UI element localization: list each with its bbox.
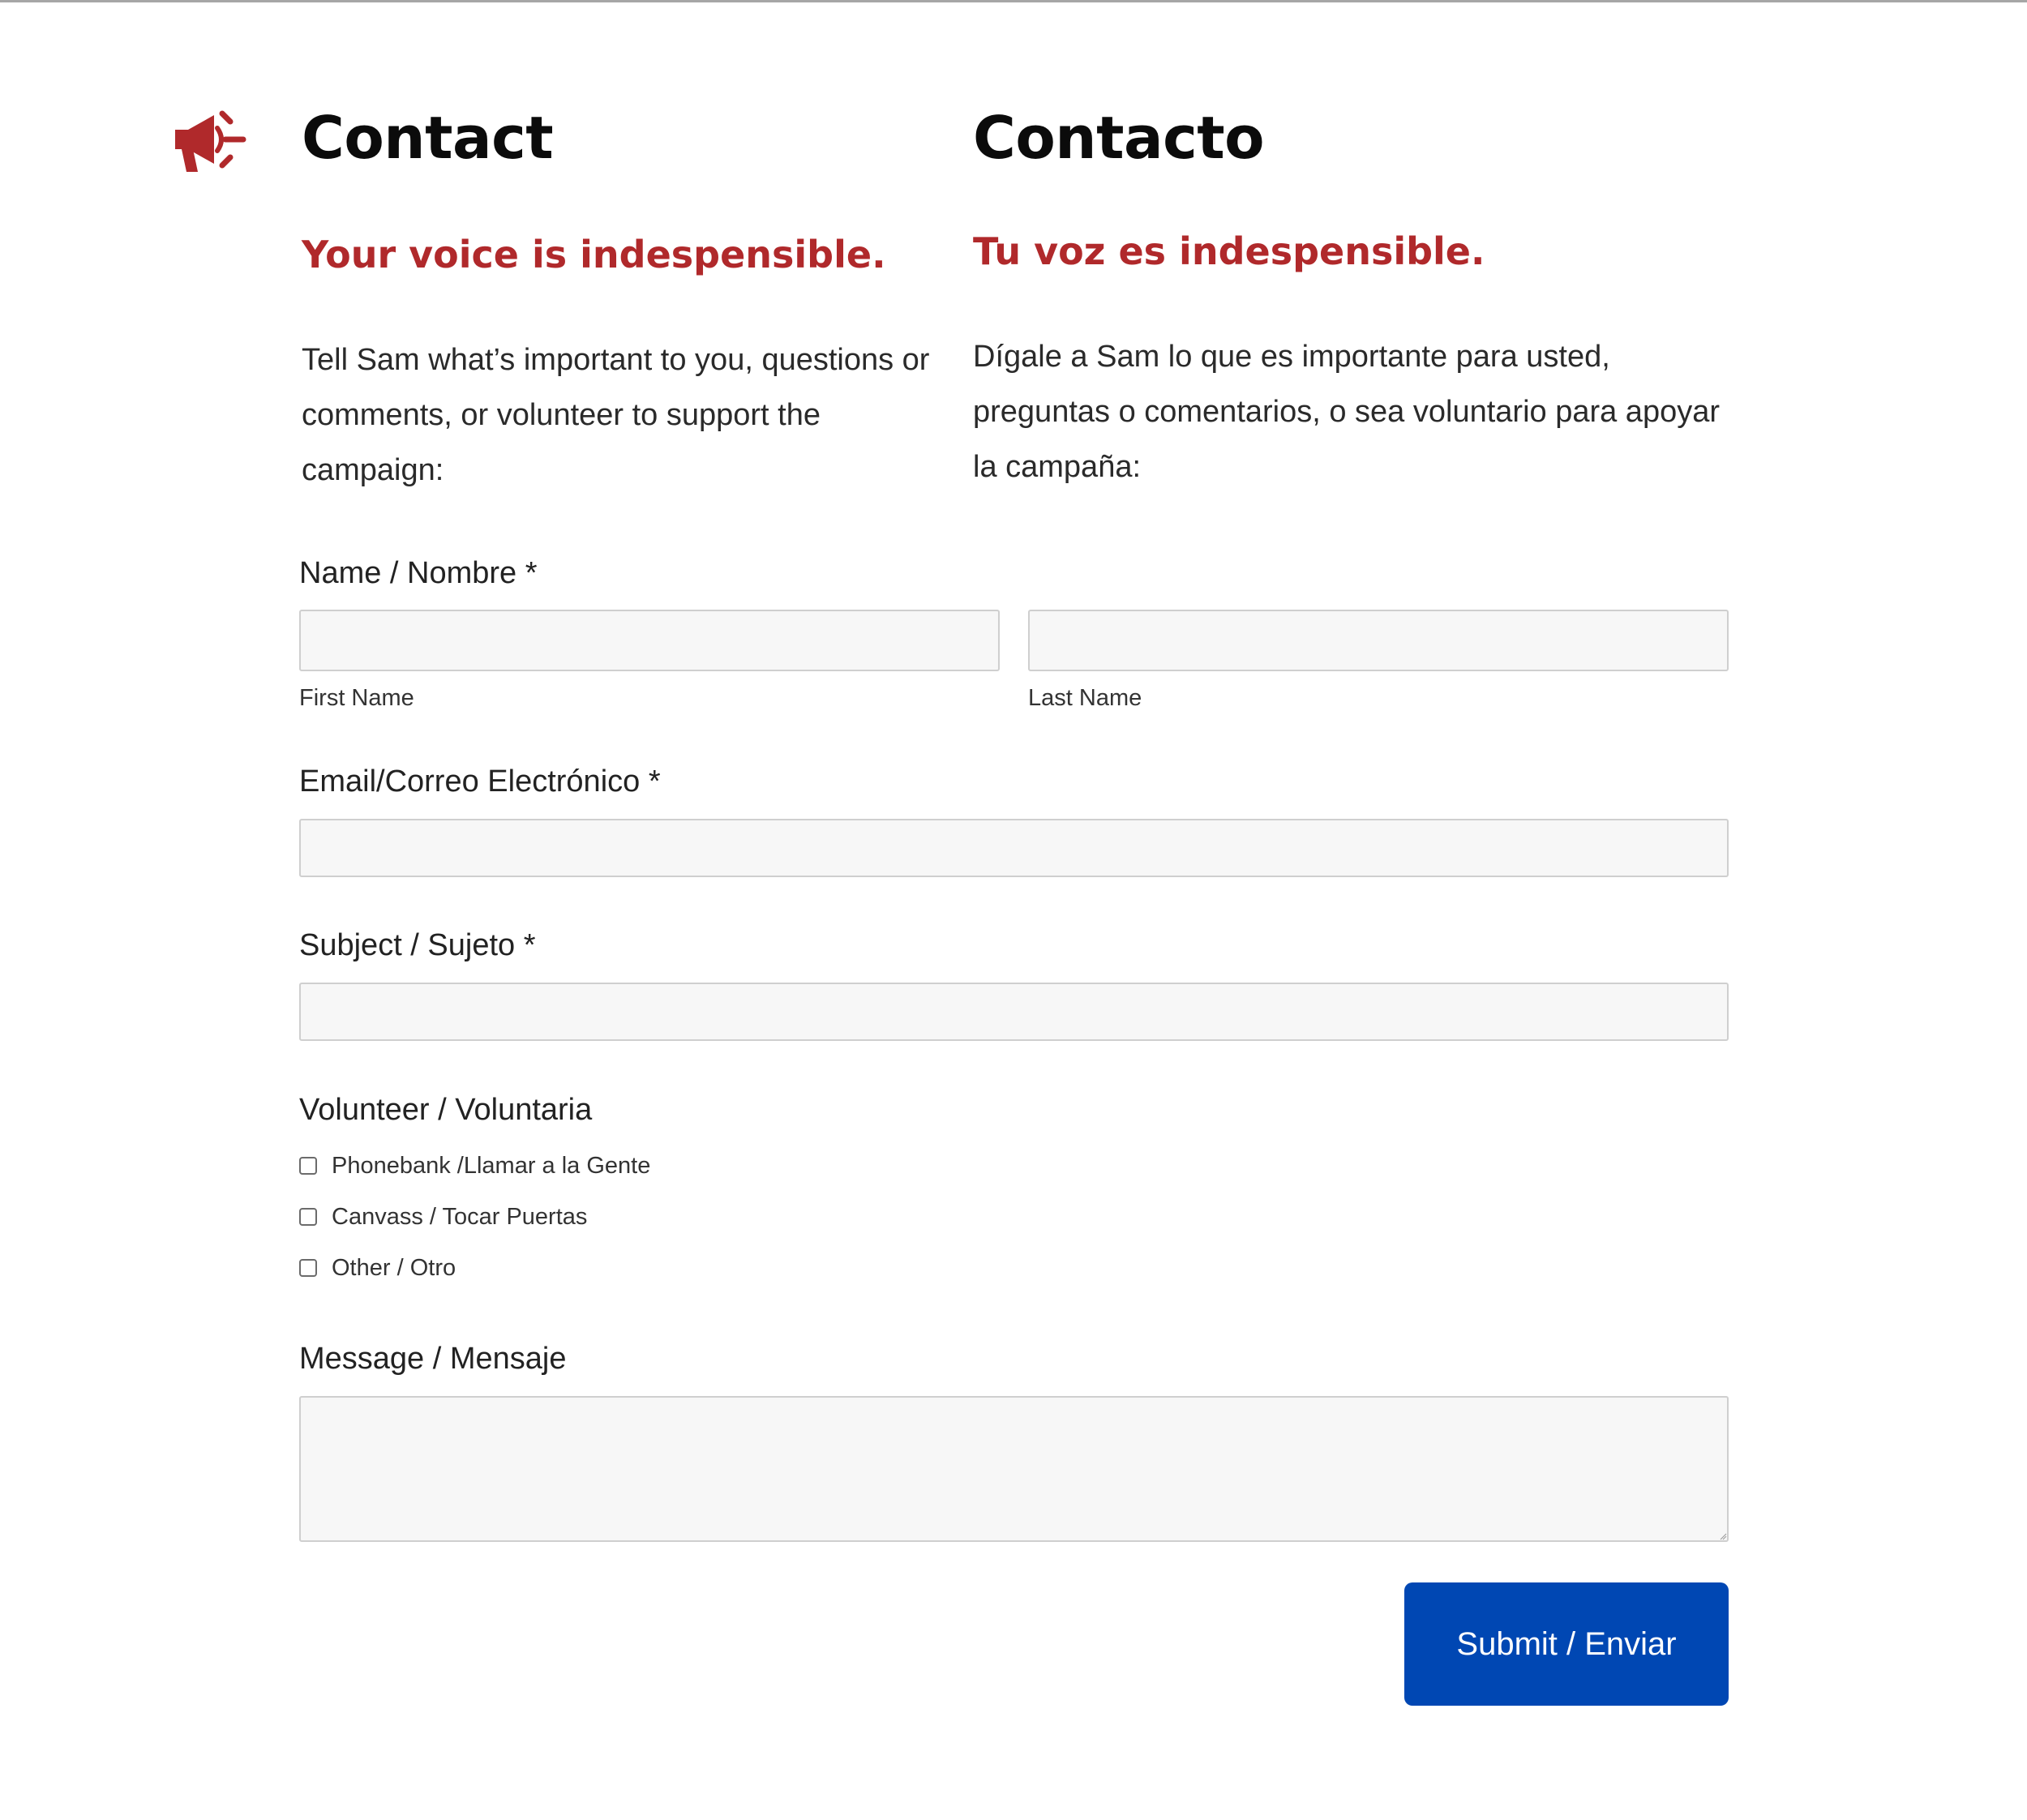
submit-button[interactable]: Submit / Enviar <box>1404 1582 1729 1706</box>
english-intro: Tell Sam what’s important to you, questi… <box>302 343 930 487</box>
subject-label: Subject / Sujeto * <box>299 928 536 962</box>
email-label: Email/Correo Electrónico * <box>299 764 661 799</box>
message-label: Message / Mensaje <box>299 1342 567 1376</box>
english-column: Contact Your voice is indespensible. Tel… <box>302 97 934 487</box>
contact-heading: Contact <box>302 104 554 172</box>
last-name-input[interactable] <box>1028 610 1729 671</box>
phonebank-label: Phonebank /Llamar a la Gente <box>332 1152 651 1179</box>
other-checkbox[interactable] <box>299 1259 317 1277</box>
email-input[interactable] <box>299 819 1729 877</box>
volunteer-option-canvass[interactable]: Canvass / Tocar Puertas <box>299 1199 587 1235</box>
message-textarea[interactable] <box>299 1396 1729 1542</box>
megaphone-icon <box>175 110 246 172</box>
volunteer-option-other[interactable]: Other / Otro <box>299 1250 456 1286</box>
canvass-checkbox[interactable] <box>299 1208 317 1226</box>
phonebank-checkbox[interactable] <box>299 1157 317 1175</box>
volunteer-label: Volunteer / Voluntaria <box>299 1093 593 1127</box>
spanish-column: Contacto Tu voz es indespensible. Dígale… <box>973 97 1735 484</box>
other-label: Other / Otro <box>332 1254 456 1281</box>
subject-input[interactable] <box>299 983 1729 1041</box>
spanish-intro: Dígale a Sam lo que es importante para u… <box>973 340 1720 484</box>
english-tagline: Your voice is indespensible. <box>302 233 886 276</box>
contacto-heading: Contacto <box>973 104 1265 172</box>
volunteer-option-phonebank[interactable]: Phonebank /Llamar a la Gente <box>299 1148 650 1184</box>
canvass-label: Canvass / Tocar Puertas <box>332 1203 588 1230</box>
spanish-tagline: Tu voz es indespensible. <box>973 229 1485 273</box>
last-name-sublabel: Last Name <box>1028 685 1142 711</box>
first-name-sublabel: First Name <box>299 685 414 711</box>
top-divider <box>0 0 2027 2</box>
textarea-resize-handle[interactable] <box>1719 1532 1727 1540</box>
name-label: Name / Nombre * <box>299 556 538 590</box>
first-name-input[interactable] <box>299 610 1000 671</box>
